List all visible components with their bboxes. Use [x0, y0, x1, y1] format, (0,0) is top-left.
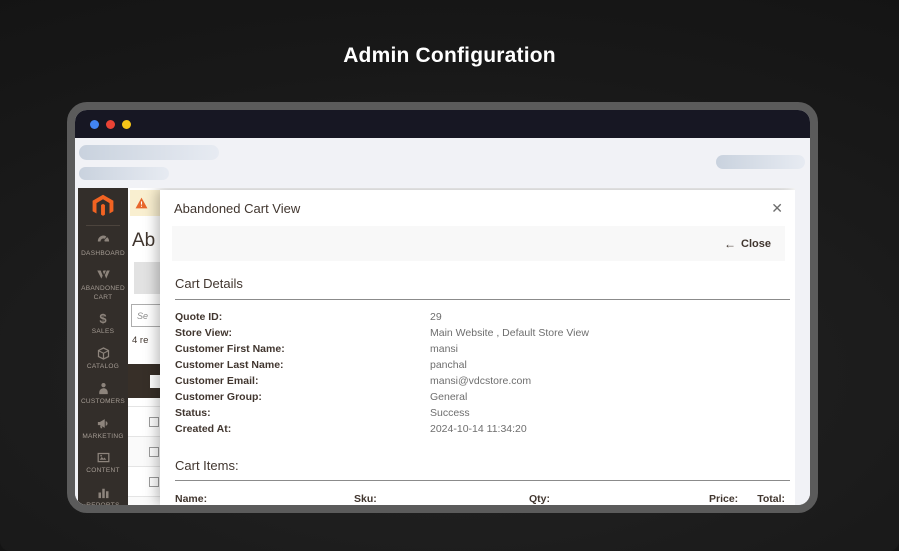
sidebar-item-label: DASHBOARD [81, 250, 125, 257]
detail-value: General [430, 391, 468, 403]
sidebar-divider [86, 225, 120, 226]
close-icon[interactable]: ✕ [771, 201, 783, 215]
magento-logo-icon[interactable] [90, 193, 116, 219]
records-found-text: 4 re [132, 335, 149, 346]
column-header-name: Name: [175, 493, 208, 505]
magento-admin-page: DASHBOARD ABANDONED CART $ SALES CATALOG… [78, 188, 795, 505]
cart-items-heading: Cart Items: [175, 458, 239, 473]
detail-label: Customer Group: [175, 391, 262, 403]
detail-row: Customer Email: mansi@vdcstore.com [175, 373, 790, 389]
catalog-icon [97, 347, 109, 360]
detail-row: Created At: 2024-10-14 11:34:20 [175, 421, 790, 437]
detail-row: Customer Group: General [175, 389, 790, 405]
sidebar-item-dashboard[interactable]: DASHBOARD [78, 233, 128, 259]
window-dot-yellow[interactable] [122, 119, 131, 129]
window-dot-red[interactable] [106, 119, 115, 129]
column-header-total: Total: [757, 493, 785, 505]
modal-body: Cart Details Quote ID: 29 Store View: Ma… [160, 261, 795, 505]
detail-value: mansi@vdcstore.com [430, 375, 532, 387]
detail-value: 2024-10-14 11:34:20 [430, 423, 527, 435]
cart-details-heading: Cart Details [175, 276, 243, 291]
abandoned-cart-view-modal: Abandoned Cart View ✕ ← Close Cart Detai… [160, 190, 795, 505]
modal-toolbar: ← Close [172, 226, 785, 261]
marketing-icon [97, 418, 108, 428]
customers-icon [98, 382, 108, 394]
detail-label: Store View: [175, 327, 232, 339]
column-header-price: Price: [709, 493, 739, 505]
browser-content: DASHBOARD ABANDONED CART $ SALES CATALOG… [75, 138, 810, 505]
abandoned-cart-icon [96, 270, 110, 279]
detail-row: Customer First Name: mansi [175, 341, 790, 357]
browser-titlebar [75, 110, 810, 138]
sidebar-item-catalog[interactable]: CATALOG [78, 346, 128, 372]
sidebar-item-label: CONTENT [86, 467, 120, 475]
sidebar-item-content[interactable]: CONTENT [78, 450, 128, 476]
row-checkbox[interactable] [149, 446, 159, 457]
window-dot-blue[interactable] [90, 119, 99, 129]
warning-icon [135, 197, 148, 209]
detail-value: 29 [430, 311, 442, 323]
sidebar-item-label: REPORTS [86, 502, 119, 505]
sidebar-item-customers[interactable]: CUSTOMERS [78, 381, 128, 407]
column-header-qty: Qty: [529, 493, 550, 505]
detail-label: Created At: [175, 423, 232, 435]
detail-value: Main Website , Default Store View [430, 327, 589, 339]
admin-sidebar: DASHBOARD ABANDONED CART $ SALES CATALOG… [78, 188, 128, 505]
detail-value: mansi [430, 343, 459, 355]
background: Admin Configuration DASHBOARD ABANDONED … [0, 0, 899, 551]
dashboard-icon [97, 235, 109, 242]
row-checkbox[interactable] [149, 416, 159, 427]
row-checkbox[interactable] [149, 476, 159, 487]
column-header-sku: Sku: [354, 493, 377, 505]
skeleton-bar [79, 145, 219, 160]
detail-value: panchal [430, 359, 467, 371]
detail-value: Success [430, 407, 470, 419]
browser-window: DASHBOARD ABANDONED CART $ SALES CATALOG… [67, 102, 818, 513]
sidebar-item-label: SALES [91, 328, 115, 336]
sales-icon: $ [99, 311, 107, 327]
detail-label: Customer First Name: [175, 343, 285, 355]
grid-page-title: Ab [132, 230, 156, 251]
detail-label: Status: [175, 407, 211, 419]
sidebar-item-label: CUSTOMERS [80, 397, 126, 405]
sidebar-item-marketing[interactable]: MARKETING [78, 416, 128, 442]
divider [175, 299, 790, 300]
skeleton-bar [716, 155, 805, 169]
reports-icon [98, 488, 108, 499]
divider [175, 480, 790, 481]
detail-row: Quote ID: 29 [175, 309, 790, 325]
detail-row: Customer Last Name: panchal [175, 357, 790, 373]
detail-row: Status: Success [175, 405, 790, 421]
modal-header: Abandoned Cart View ✕ [160, 190, 795, 224]
sidebar-item-reports[interactable]: REPORTS [78, 485, 128, 505]
modal-title: Abandoned Cart View [174, 201, 301, 216]
detail-label: Customer Email: [175, 375, 259, 387]
content-icon [97, 453, 109, 463]
sidebar-item-abandoned-cart[interactable]: ABANDONED CART [78, 268, 128, 303]
detail-label: Customer Last Name: [175, 359, 284, 371]
detail-label: Quote ID: [175, 311, 223, 323]
close-button[interactable]: ← Close [724, 237, 771, 251]
sidebar-item-label: MARKETING [82, 432, 124, 440]
close-button-label: Close [741, 237, 771, 250]
sidebar-item-label: CATALOG [86, 363, 120, 371]
skeleton-bar [79, 167, 169, 180]
sidebar-item-sales[interactable]: $ SALES [78, 311, 128, 337]
sidebar-item-label: ABANDONED CART [81, 284, 125, 301]
page-title: Admin Configuration [343, 44, 556, 67]
detail-row: Store View: Main Website , Default Store… [175, 325, 790, 341]
cart-items-table-header: Name: Sku: Qty: Price: Total: [175, 493, 790, 505]
back-arrow-icon: ← [724, 236, 737, 251]
